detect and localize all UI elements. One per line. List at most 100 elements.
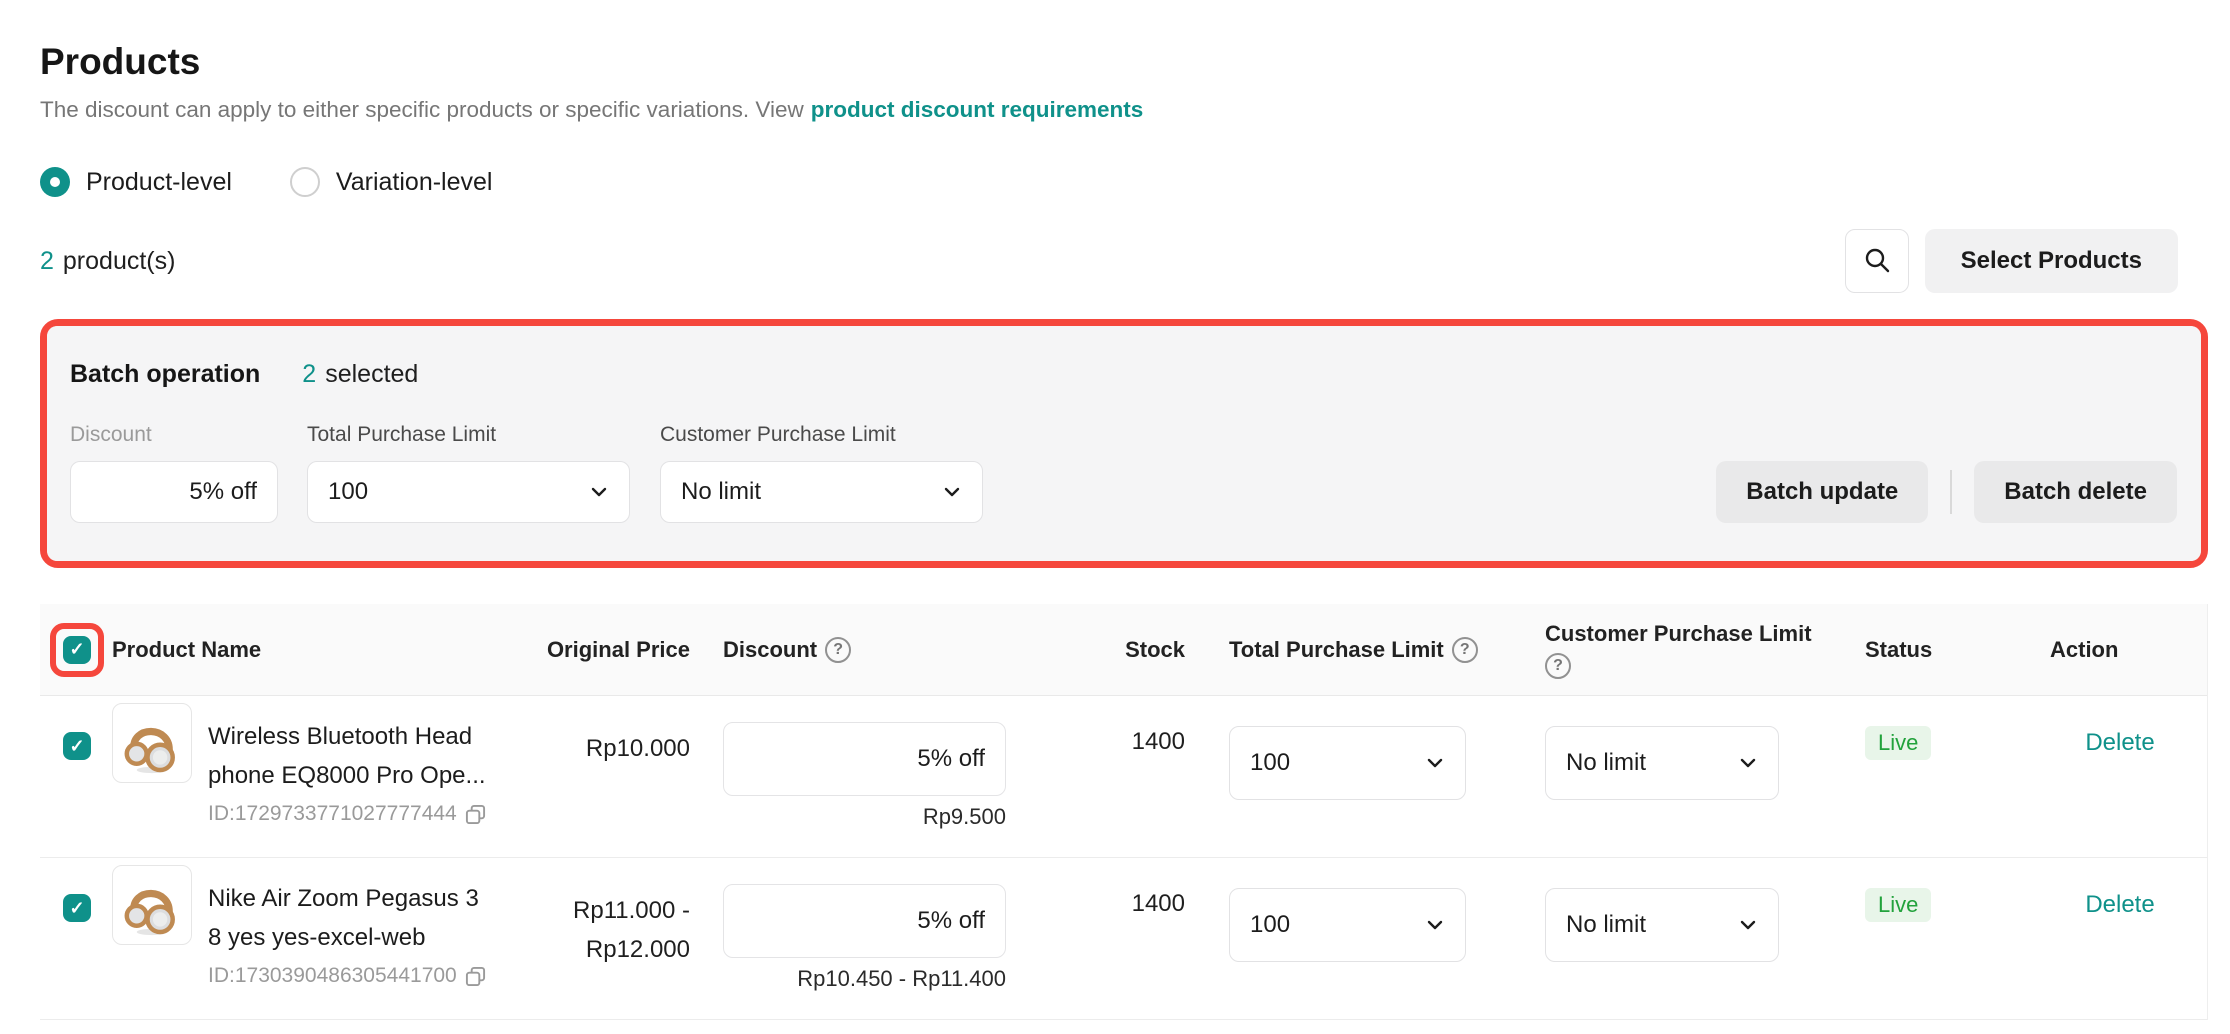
- row-checkbox-cell: ✓: [40, 696, 112, 857]
- batch-discount-label: Discount: [70, 423, 278, 447]
- customer-limit-cell: No limit: [1545, 858, 1779, 1019]
- batch-update-button[interactable]: Batch update: [1716, 461, 1928, 523]
- copy-icon[interactable]: [465, 966, 486, 987]
- batch-header: Batch operation 2 selected: [70, 360, 2177, 389]
- customer-limit-select[interactable]: No limit: [1545, 888, 1779, 962]
- chevron-down-icon: [1736, 751, 1760, 775]
- radio-unselected-icon: [290, 167, 320, 197]
- batch-customer-limit-value: No limit: [681, 478, 761, 506]
- product-count-label: product(s): [63, 247, 176, 276]
- status-cell: Live: [1855, 696, 2005, 857]
- header-stock: Stock: [1036, 637, 1191, 663]
- delete-link[interactable]: Delete: [2085, 891, 2154, 918]
- product-id-text: ID:1729733771027777444: [208, 802, 457, 826]
- batch-total-limit-value: 100: [328, 478, 368, 506]
- discounted-price: Rp10.450 - Rp11.400: [723, 966, 1006, 992]
- discount-input[interactable]: [723, 722, 1006, 796]
- select-all-checkbox[interactable]: ✓: [63, 636, 91, 664]
- product-count: 2 product(s): [40, 247, 175, 276]
- batch-customer-limit-label: Customer Purchase Limit: [660, 423, 983, 447]
- product-info: Wireless Bluetooth Head phone EQ8000 Pro…: [208, 717, 486, 857]
- search-icon: [1863, 246, 1891, 277]
- chevron-down-icon: [1736, 913, 1760, 937]
- product-name-line1: Wireless Bluetooth Head: [208, 717, 486, 756]
- radio-variation-level-label: Variation-level: [336, 168, 493, 197]
- header-customer-limit-label: Customer Purchase Limit: [1545, 621, 1779, 647]
- batch-discount-input[interactable]: [70, 461, 278, 523]
- button-divider: [1950, 470, 1952, 514]
- total-limit-value: 100: [1250, 749, 1290, 777]
- table-header-row: ✓ Product Name Original Price Discount ?…: [40, 604, 2207, 696]
- header-discount: Discount ?: [723, 637, 1006, 663]
- annotation-batch-panel: Batch operation 2 selected Discount Tota…: [40, 319, 2208, 568]
- batch-customer-limit-select[interactable]: No limit: [660, 461, 983, 523]
- batch-buttons: Batch update Batch delete: [1716, 461, 2177, 523]
- chevron-down-icon: [1423, 913, 1447, 937]
- original-price: Rp11.000 - Rp12.000: [545, 858, 690, 1019]
- radio-product-level-label: Product-level: [86, 168, 232, 197]
- total-limit-cell: 100: [1229, 858, 1466, 1019]
- search-button[interactable]: [1845, 229, 1909, 293]
- header-action: Action: [2050, 637, 2190, 663]
- products-table: ✓ Product Name Original Price Discount ?…: [40, 604, 2208, 1020]
- discount-cell: Rp9.500: [723, 696, 1006, 857]
- product-name: Nike Air Zoom Pegasus 3 8 yes yes-excel-…: [208, 879, 486, 957]
- product-cell: Nike Air Zoom Pegasus 3 8 yes yes-excel-…: [112, 858, 545, 1019]
- batch-selected-label: selected: [325, 360, 418, 389]
- product-name-line2: phone EQ8000 Pro Ope...: [208, 756, 486, 795]
- help-icon[interactable]: ?: [1452, 637, 1478, 663]
- discount-requirements-link[interactable]: product discount requirements: [811, 97, 1144, 122]
- product-name-line2: 8 yes yes-excel-web: [208, 918, 486, 957]
- row-checkbox[interactable]: ✓: [63, 894, 91, 922]
- batch-operation-panel: Batch operation 2 selected Discount Tota…: [47, 326, 2201, 561]
- chevron-down-icon: [587, 480, 611, 504]
- product-id: ID:1730390486305441700: [208, 964, 486, 988]
- original-price: Rp10.000: [545, 696, 690, 857]
- product-count-number: 2: [40, 247, 54, 276]
- discount-cell: Rp10.450 - Rp11.400: [723, 858, 1006, 1019]
- product-id-text: ID:1730390486305441700: [208, 964, 457, 988]
- customer-limit-select[interactable]: No limit: [1545, 726, 1779, 800]
- batch-delete-button[interactable]: Batch delete: [1974, 461, 2177, 523]
- summary-toolbar-row: 2 product(s) Select Products: [40, 229, 2208, 293]
- product-name-line1: Nike Air Zoom Pegasus 3: [208, 879, 486, 918]
- header-status: Status: [1855, 637, 2005, 663]
- batch-discount-field: Discount: [70, 423, 278, 523]
- status-badge: Live: [1865, 888, 1931, 922]
- copy-icon[interactable]: [465, 804, 486, 825]
- batch-selected-count: 2 selected: [302, 360, 418, 389]
- total-limit-value: 100: [1250, 911, 1290, 939]
- help-icon[interactable]: ?: [1545, 653, 1571, 679]
- batch-total-limit-field: Total Purchase Limit 100: [307, 423, 630, 523]
- batch-total-limit-select[interactable]: 100: [307, 461, 630, 523]
- select-products-button[interactable]: Select Products: [1925, 229, 2178, 293]
- header-customer-purchase-limit: Customer Purchase Limit ?: [1545, 621, 1779, 679]
- page-title: Products: [40, 40, 2208, 84]
- header-total-purchase-limit: Total Purchase Limit ?: [1229, 637, 1466, 663]
- header-total-limit-label: Total Purchase Limit: [1229, 637, 1444, 663]
- radio-variation-level[interactable]: Variation-level: [290, 167, 493, 197]
- row-checkbox[interactable]: ✓: [63, 732, 91, 760]
- product-image: [112, 865, 192, 945]
- customer-limit-value: No limit: [1566, 749, 1646, 777]
- stock-value: 1400: [1036, 696, 1191, 857]
- header-product-name: Product Name: [112, 637, 545, 663]
- total-limit-select[interactable]: 100: [1229, 726, 1466, 800]
- annotation-select-all-checkbox: ✓: [50, 623, 104, 677]
- radio-product-level[interactable]: Product-level: [40, 167, 232, 197]
- product-cell: Wireless Bluetooth Head phone EQ8000 Pro…: [112, 696, 545, 857]
- product-info: Nike Air Zoom Pegasus 3 8 yes yes-excel-…: [208, 879, 486, 1019]
- discount-input[interactable]: [723, 884, 1006, 958]
- batch-title: Batch operation: [70, 360, 260, 389]
- stock-value: 1400: [1036, 858, 1191, 1019]
- help-icon[interactable]: ?: [825, 637, 851, 663]
- header-discount-label: Discount: [723, 637, 817, 663]
- header-original-price: Original Price: [545, 637, 690, 663]
- batch-selected-number: 2: [302, 360, 316, 389]
- customer-limit-cell: No limit: [1545, 696, 1779, 857]
- total-limit-select[interactable]: 100: [1229, 888, 1466, 962]
- toolbar-actions: Select Products: [1845, 229, 2178, 293]
- delete-link[interactable]: Delete: [2085, 729, 2154, 756]
- header-checkbox-cell: ✓: [40, 623, 112, 677]
- batch-fields-row: Discount Total Purchase Limit 100 Custom…: [70, 423, 2177, 523]
